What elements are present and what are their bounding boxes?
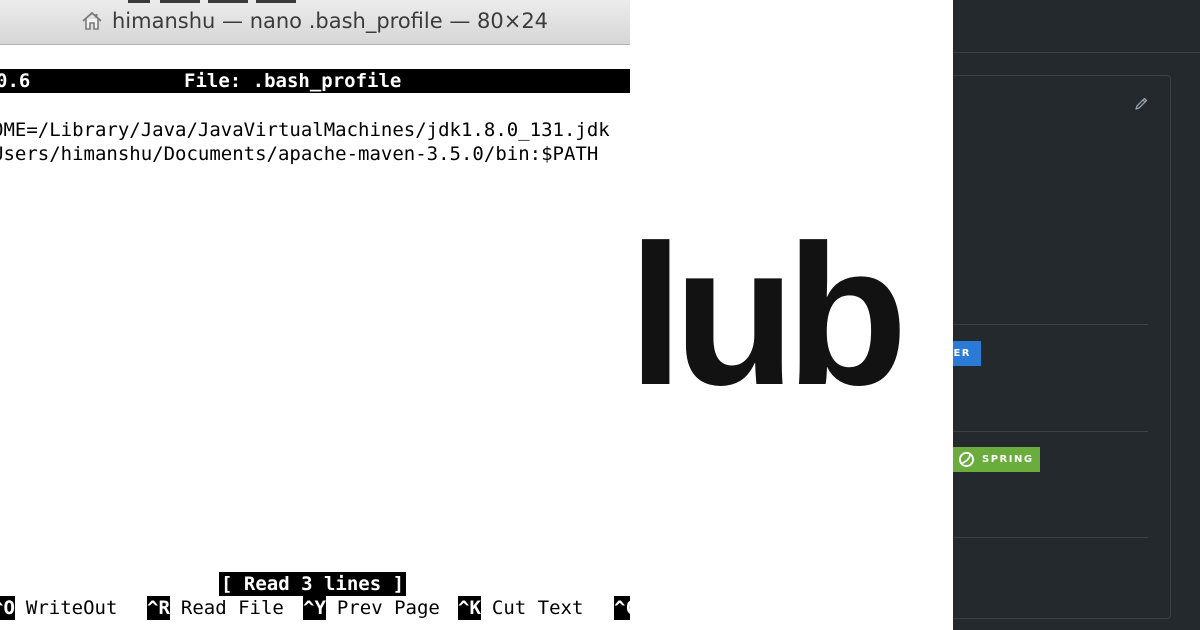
spring-icon (959, 452, 974, 467)
shortcut-prev-page[interactable]: ^Y Prev Page (303, 596, 440, 620)
logo-wordmark: lub (628, 204, 908, 427)
panel-divider (953, 52, 1200, 53)
nano-version: 0.6 (0, 70, 31, 92)
spring-badge-label: SPRING (982, 454, 1034, 465)
nano-status-message: [ Read 3 lines ] (219, 572, 407, 596)
card-divider (953, 537, 1148, 538)
pencil-icon[interactable] (1133, 96, 1149, 112)
home-icon (82, 11, 102, 30)
file-line-1: OME=/Library/Java/JavaVirtualMachines/jd… (0, 119, 610, 141)
tag-badge[interactable]: ER (953, 341, 981, 366)
shortcut-key: ^Y (303, 596, 326, 620)
nano-filename: File: .bash_profile (184, 70, 402, 92)
window-title-text: himanshu — nano .bash_profile — 80×24 (112, 9, 549, 33)
shortcut-label: WriteOut (25, 597, 118, 619)
window-title: himanshu — nano .bash_profile — 80×24 (80, 6, 548, 36)
shortcut-cut-text[interactable]: ^K Cut Text (458, 596, 583, 620)
shortcut-cancel[interactable]: ^C (614, 596, 630, 620)
titlebar-edge (160, 0, 200, 3)
shortcut-key: ^O (0, 596, 15, 620)
nano-header-bar: 0.6 File: .bash_profile (0, 69, 630, 93)
titlebar-edge (128, 0, 150, 3)
shortcut-label: Read File (180, 597, 284, 619)
titlebar-edge (208, 0, 248, 3)
card-divider (953, 431, 1148, 432)
window-titlebar[interactable]: himanshu — nano .bash_profile — 80×24 (0, 0, 630, 45)
shortcut-label: Cut Text (491, 597, 584, 619)
card-divider (953, 324, 1148, 325)
file-line-2: Users/himanshu/Documents/apache-maven-3.… (0, 143, 599, 165)
dark-profile-panel: ER SPRING (953, 0, 1200, 630)
spring-badge[interactable]: SPRING (953, 447, 1040, 472)
shortcut-key: ^K (458, 596, 481, 620)
titlebar-edge (256, 0, 296, 3)
shortcut-key: ^R (147, 596, 170, 620)
shortcut-key: ^C (614, 596, 630, 620)
shortcut-read-file[interactable]: ^R Read File (147, 596, 284, 620)
shortcut-label: Prev Page (336, 597, 440, 619)
shortcut-writeout[interactable]: ^O WriteOut (0, 596, 117, 620)
tag-badge-label: ER (953, 348, 971, 359)
terminal-window: himanshu — nano .bash_profile — 80×24 0.… (0, 0, 630, 630)
